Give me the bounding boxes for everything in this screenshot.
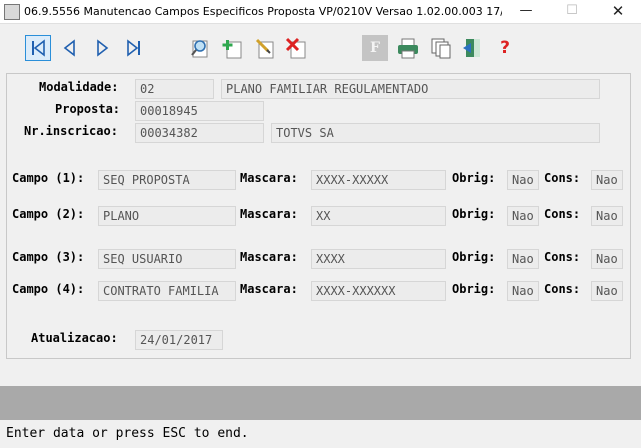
obrig-4-field[interactable]: Nao — [507, 281, 539, 301]
scroll-area — [633, 73, 641, 367]
next-record-button[interactable] — [89, 35, 115, 61]
obrig-3-label: Obrig: — [452, 250, 496, 264]
modalidade-label: Modalidade: — [39, 80, 119, 94]
mascara-4-field[interactable]: XXXX-XXXXXX — [311, 281, 446, 301]
help-button[interactable]: ? — [492, 35, 518, 61]
status-bar: Enter data or press ESC to end. — [0, 420, 641, 448]
form-panel: Modalidade: 02 PLANO FAMILIAR REGULAMENT… — [6, 73, 631, 359]
mascara-2-label: Mascara: — [240, 207, 298, 221]
last-icon — [127, 39, 140, 57]
maximize-button[interactable]: ☐ — [549, 0, 595, 24]
campo-2-label: Campo (2): — [12, 207, 85, 221]
atualizacao-field: 24/01/2017 — [135, 330, 223, 350]
add-button[interactable] — [219, 35, 245, 61]
next-icon — [97, 39, 109, 57]
campo-4-label: Campo (4): — [12, 282, 85, 296]
campo-1-label: Campo (1): — [12, 171, 85, 185]
cons-4-field[interactable]: Nao — [591, 281, 623, 301]
cons-4-label: Cons: — [544, 282, 581, 296]
app-icon — [4, 4, 20, 20]
previous-icon — [63, 39, 75, 57]
obrig-2-label: Obrig: — [452, 207, 496, 221]
proposta-field[interactable]: 00018945 — [135, 101, 264, 121]
filter-icon: F — [370, 40, 380, 56]
atualizacao-label: Atualizacao: — [31, 331, 118, 345]
copy-button[interactable] — [428, 35, 454, 61]
campo-2-field[interactable]: PLANO — [98, 206, 236, 226]
inscricao-label: Nr.inscricao: — [24, 124, 118, 138]
campo-1-field[interactable]: SEQ PROPOSTA — [98, 170, 236, 190]
campo-3-field[interactable]: SEQ USUARIO — [98, 249, 236, 269]
obrig-2-field[interactable]: Nao — [507, 206, 539, 226]
mascara-1-field[interactable]: XXXX-XXXXX — [311, 170, 446, 190]
delete-icon — [285, 37, 306, 59]
inscricao-field[interactable]: 00034382 — [135, 123, 264, 143]
print-icon — [398, 38, 418, 59]
mascara-3-field[interactable]: XXXX — [311, 249, 446, 269]
minimize-button[interactable]: — — [503, 0, 549, 24]
previous-record-button[interactable] — [57, 35, 83, 61]
mascara-1-label: Mascara: — [240, 171, 298, 185]
cons-3-label: Cons: — [544, 250, 581, 264]
close-button[interactable]: ✕ — [595, 0, 641, 24]
delete-button[interactable] — [283, 35, 309, 61]
modalidade-description: PLANO FAMILIAR REGULAMENTADO — [221, 79, 600, 99]
mascara-3-label: Mascara: — [240, 250, 298, 264]
search-icon — [191, 40, 208, 58]
modalidade-field[interactable]: 02 — [135, 79, 214, 99]
obrig-3-field[interactable]: Nao — [507, 249, 539, 269]
cons-1-field[interactable]: Nao — [591, 170, 623, 190]
mascara-4-label: Mascara: — [240, 282, 298, 296]
help-icon: ? — [500, 38, 510, 58]
last-record-button[interactable] — [121, 35, 147, 61]
window-title: 06.9.5556 Manutencao Campos Especificos … — [24, 5, 502, 18]
cons-3-field[interactable]: Nao — [591, 249, 623, 269]
first-record-button[interactable] — [25, 35, 51, 61]
status-message: Enter data or press ESC to end. — [6, 426, 249, 441]
first-icon — [32, 39, 45, 57]
campo-4-field[interactable]: CONTRATO FAMILIA — [98, 281, 236, 301]
obrig-4-label: Obrig: — [452, 282, 496, 296]
exit-button[interactable] — [460, 35, 486, 61]
obrig-1-label: Obrig: — [452, 171, 496, 185]
copy-icon — [431, 38, 451, 59]
campo-3-label: Campo (3): — [12, 250, 85, 264]
message-band — [0, 386, 641, 420]
proposta-label: Proposta: — [55, 102, 121, 116]
edit-button[interactable] — [251, 35, 277, 61]
toolbar: F ? — [0, 25, 641, 71]
title-bar: 06.9.5556 Manutencao Campos Especificos … — [0, 0, 641, 24]
mascara-2-field[interactable]: XX — [311, 206, 446, 226]
inscricao-name: TOTVS SA — [271, 123, 600, 143]
obrig-1-field[interactable]: Nao — [507, 170, 539, 190]
cons-1-label: Cons: — [544, 171, 581, 185]
edit-icon — [255, 38, 274, 59]
search-button[interactable] — [187, 35, 213, 61]
filter-button[interactable]: F — [362, 35, 388, 61]
print-button[interactable] — [395, 35, 421, 61]
add-icon — [222, 40, 242, 59]
cons-2-label: Cons: — [544, 207, 581, 221]
exit-icon — [463, 39, 480, 57]
cons-2-field[interactable]: Nao — [591, 206, 623, 226]
